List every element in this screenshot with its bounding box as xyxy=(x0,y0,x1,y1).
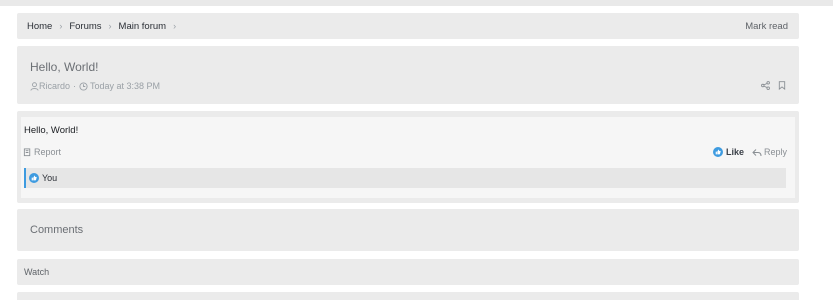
post-content: Hello, World! Report Like Reply You xyxy=(21,117,795,198)
comments-heading: Comments xyxy=(30,224,84,236)
thread-actions xyxy=(761,81,786,90)
share-icon[interactable] xyxy=(761,81,770,90)
like-icon xyxy=(29,173,39,183)
bottom-block xyxy=(17,292,799,300)
meta-separator: · xyxy=(73,81,77,91)
reply-icon xyxy=(752,148,762,157)
thread-time[interactable]: Today at 3:38 PM xyxy=(90,81,160,91)
reactions-bar[interactable]: You xyxy=(24,168,786,188)
thread-header: Hello, World! Ricardo · Today at 3:38 PM xyxy=(17,46,799,104)
thread-title: Hello, World! xyxy=(30,60,99,74)
breadcrumb-home[interactable]: Home xyxy=(27,21,52,32)
breadcrumb: Home › Forums › Main forum › Mark read xyxy=(17,13,799,39)
like-label: Like xyxy=(725,147,744,157)
post-body: Hello, World! xyxy=(24,125,79,136)
clock-icon xyxy=(79,81,88,91)
post-actions: Report Like Reply xyxy=(23,147,787,157)
comments-section: Comments xyxy=(17,209,799,251)
reply-button[interactable]: Reply xyxy=(752,147,787,157)
reply-label: Reply xyxy=(763,147,787,157)
breadcrumb-main-forum[interactable]: Main forum xyxy=(119,21,167,32)
report-label: Report xyxy=(34,147,62,157)
thread-meta: Ricardo · Today at 3:38 PM xyxy=(30,81,786,91)
report-button[interactable]: Report xyxy=(23,147,61,157)
chevron-right-icon: › xyxy=(173,21,177,31)
breadcrumb-forums[interactable]: Forums xyxy=(69,21,101,32)
bookmark-icon[interactable] xyxy=(778,81,786,90)
user-icon xyxy=(30,81,39,91)
top-bar xyxy=(0,0,833,6)
like-button[interactable]: Like xyxy=(712,147,744,157)
chevron-right-icon: › xyxy=(108,21,112,31)
watch-bar: Watch xyxy=(17,259,799,285)
watch-button[interactable]: Watch xyxy=(24,267,49,277)
chevron-right-icon: › xyxy=(59,21,63,31)
report-icon xyxy=(23,147,32,157)
reaction-users[interactable]: You xyxy=(42,173,57,183)
like-icon xyxy=(712,147,723,157)
post: Hello, World! Report Like Reply You xyxy=(17,111,799,203)
mark-read-link[interactable]: Mark read xyxy=(745,21,788,32)
thread-author[interactable]: Ricardo xyxy=(39,81,70,91)
